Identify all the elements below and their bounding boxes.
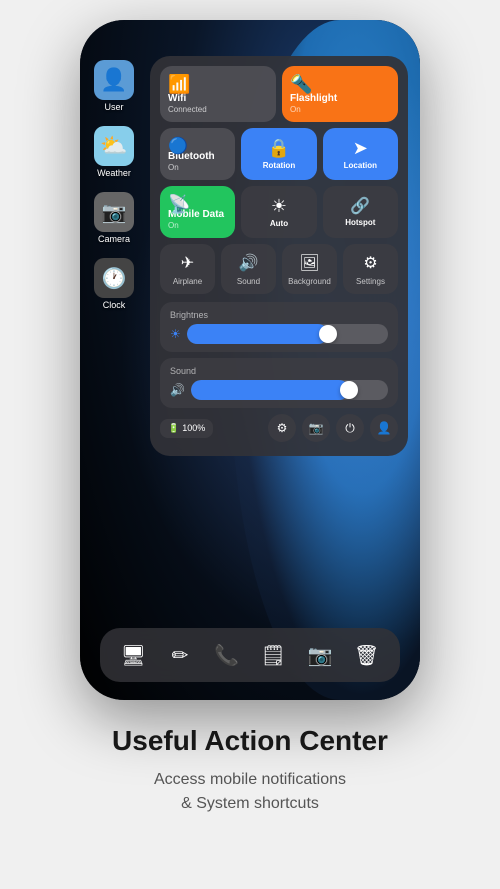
- hotspot-icon: 🔗: [350, 196, 370, 216]
- sound-track[interactable]: [191, 380, 388, 400]
- auto-icon: ☀: [271, 196, 287, 217]
- background-icon: 🖼: [299, 253, 319, 273]
- dock-icon-finder[interactable]: 🖥: [115, 637, 151, 673]
- page-title: Useful Action Center: [112, 724, 388, 758]
- rotation-icon: 🔒: [268, 138, 290, 159]
- control-center-panel: 📶 Wifi Connected 🔦 Flashlight On 🔵 Bluet…: [150, 56, 408, 456]
- dock-icon-camera[interactable]: 📷: [302, 637, 338, 673]
- wifi-sub: Connected: [168, 105, 207, 114]
- dock-icon-pencil[interactable]: ✏: [162, 637, 198, 673]
- app-label-user: User: [104, 102, 123, 112]
- battery-indicator: 🔋 100%: [160, 419, 213, 438]
- dock-icon-notes[interactable]: 🗒: [255, 637, 291, 673]
- background-tile[interactable]: 🖼 Background: [282, 244, 337, 294]
- location-icon: ➤: [353, 138, 368, 159]
- brightness-label: Brightnes: [170, 310, 388, 320]
- airplane-icon: ✈: [181, 253, 194, 273]
- sound-icon: 🔊: [239, 253, 259, 273]
- app-label-weather: Weather: [97, 168, 131, 178]
- airplane-tile[interactable]: ✈ Airplane: [160, 244, 215, 294]
- bluetooth-icon: 🔵: [168, 136, 188, 156]
- hotspot-tile[interactable]: 🔗 Hotspot: [323, 186, 398, 238]
- app-icons-column: 👤 User ⛅ Weather 📷 Camera 🕐 Cl: [94, 60, 134, 310]
- location-label: Location: [344, 161, 377, 171]
- flashlight-tile[interactable]: 🔦 Flashlight On: [282, 66, 398, 122]
- location-tile[interactable]: ➤ Location: [323, 128, 398, 180]
- settings-label: Settings: [356, 277, 385, 286]
- status-power-icon[interactable]: ⏻: [336, 414, 364, 442]
- settings-tile[interactable]: ⚙ Settings: [343, 244, 398, 294]
- sound-tile[interactable]: 🔊 Sound: [221, 244, 276, 294]
- app-icon-clock[interactable]: 🕐 Clock: [94, 258, 134, 310]
- status-bar: [80, 20, 420, 50]
- brightness-track[interactable]: [187, 324, 388, 344]
- dock-icon-phone[interactable]: 📞: [209, 637, 245, 673]
- rotation-label: Rotation: [263, 161, 295, 171]
- app-label-clock: Clock: [103, 300, 126, 310]
- battery-pct: 100%: [182, 423, 205, 433]
- settings-icon: ⚙: [363, 253, 377, 273]
- app-icon-user[interactable]: 👤 User: [94, 60, 134, 112]
- status-user-icon[interactable]: 👤: [370, 414, 398, 442]
- sound-thumb[interactable]: [340, 381, 358, 399]
- page-subtitle: Access mobile notifications& System shor…: [112, 768, 388, 816]
- bottom-icon-row: ✈ Airplane 🔊 Sound 🖼 Background ⚙ Settin…: [160, 244, 398, 294]
- sound-slider-section: Sound 🔊: [160, 358, 398, 408]
- auto-tile[interactable]: ☀ Auto: [241, 186, 316, 238]
- app-dock: 🖥 ✏ 📞 🗒 📷 🗑: [100, 628, 400, 682]
- mobile-data-icon: 📡: [168, 194, 190, 215]
- app-icon-camera[interactable]: 📷 Camera: [94, 192, 134, 244]
- sound-label: Sound: [237, 277, 260, 286]
- rotation-tile[interactable]: 🔒 Rotation: [241, 128, 316, 180]
- sound-fill: [191, 380, 349, 400]
- brightness-thumb[interactable]: [319, 325, 337, 343]
- flashlight-icon: 🔦: [290, 74, 312, 95]
- app-icon-weather[interactable]: ⛅ Weather: [94, 126, 134, 178]
- brightness-slider-section: Brightnes ☀: [160, 302, 398, 352]
- mobile-data-tile[interactable]: 📡 Mobile Data On: [160, 186, 235, 238]
- hotspot-label: Hotspot: [345, 218, 375, 228]
- brightness-fill: [187, 324, 328, 344]
- auto-label: Auto: [270, 219, 288, 229]
- phone-frame: 👤 User ⛅ Weather 📷 Camera 🕐 Cl: [80, 20, 420, 700]
- status-row: 🔋 100% ⚙ 📷 ⏻ 👤: [160, 414, 398, 442]
- wifi-tile[interactable]: 📶 Wifi Connected: [160, 66, 276, 122]
- mobile-data-sub: On: [168, 221, 179, 230]
- phone-mockup: 👤 User ⛅ Weather 📷 Camera 🕐 Cl: [80, 20, 420, 700]
- wifi-icon: 📶: [168, 74, 190, 95]
- sound-slider-label: Sound: [170, 366, 388, 376]
- app-label-camera: Camera: [98, 234, 130, 244]
- status-gear-icon[interactable]: ⚙: [268, 414, 296, 442]
- status-bottom-icons: ⚙ 📷 ⏻ 👤: [268, 414, 398, 442]
- sound-slider-icon: 🔊: [170, 383, 185, 397]
- brightness-icon: ☀: [170, 327, 181, 341]
- status-camera-icon[interactable]: 📷: [302, 414, 330, 442]
- airplane-label: Airplane: [173, 277, 202, 286]
- background-label: Background: [288, 277, 331, 286]
- bottom-section: Useful Action Center Access mobile notif…: [72, 724, 428, 816]
- flashlight-sub: On: [290, 105, 301, 114]
- dock-icon-trash[interactable]: 🗑: [349, 637, 385, 673]
- battery-icon: 🔋: [168, 423, 179, 434]
- bluetooth-sub: On: [168, 163, 179, 172]
- bluetooth-tile[interactable]: 🔵 Bluetooth On: [160, 128, 235, 180]
